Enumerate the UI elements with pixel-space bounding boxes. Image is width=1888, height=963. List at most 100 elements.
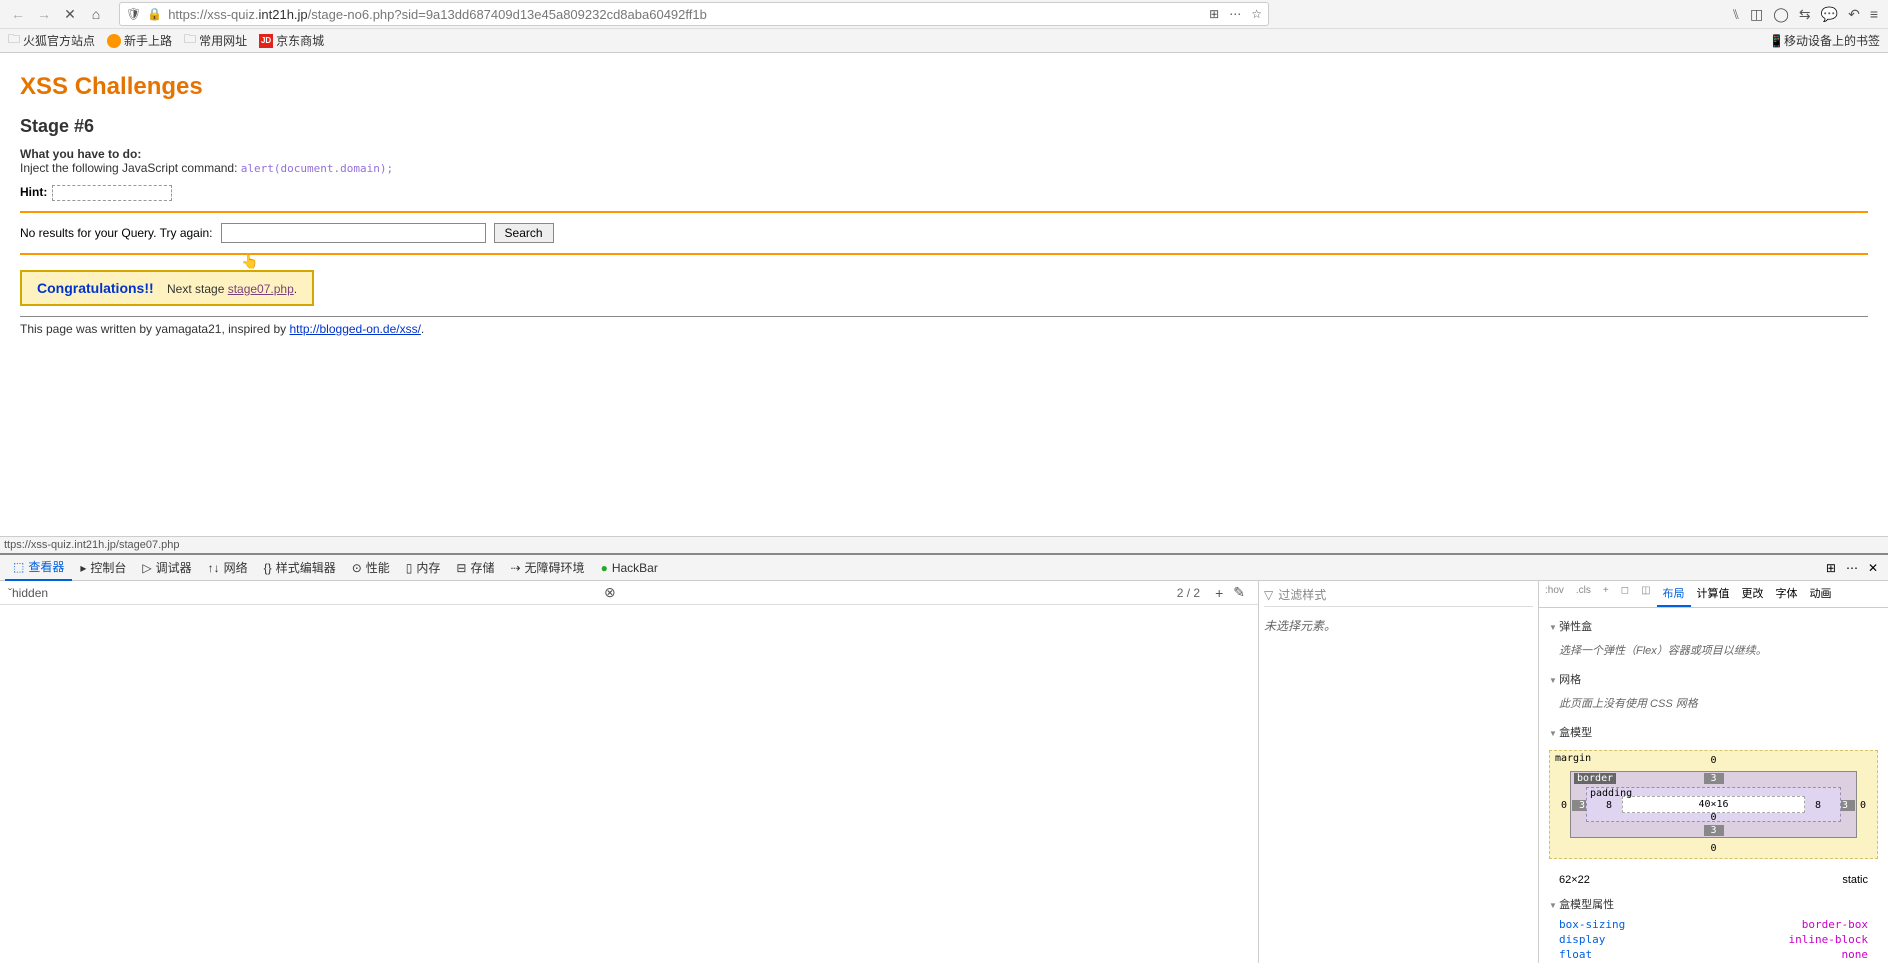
library-icon[interactable]: ⑊ xyxy=(1732,6,1740,22)
search-term: hidden xyxy=(12,586,48,600)
divider xyxy=(20,211,1868,213)
firefox-icon xyxy=(107,34,121,48)
congrats-title: Congratulations!! xyxy=(37,280,154,296)
bookmark-item[interactable]: 新手上路 xyxy=(107,32,172,49)
flexbox-section-content: 选择一个弹性（Flex）容器或项目以继续。 xyxy=(1549,639,1878,666)
sync-icon[interactable]: ⇆ xyxy=(1799,6,1811,23)
hov-toggle[interactable]: :hov xyxy=(1539,581,1570,607)
divider xyxy=(20,253,1868,255)
sidebar-icon[interactable]: ◫ xyxy=(1750,6,1763,23)
folder-icon: 🗀 xyxy=(184,30,196,51)
bookmark-item[interactable]: JD京东商城 xyxy=(259,32,324,49)
mobile-bookmarks[interactable]: 📱移动设备上的书签 xyxy=(1769,32,1880,49)
border-label: border xyxy=(1574,773,1616,784)
search-count: 2 / 2 xyxy=(1177,586,1200,600)
devtools-tab-memory[interactable]: ▯内存 xyxy=(398,555,449,581)
status-bar: ttps://xss-quiz.int21h.jp/stage07.php xyxy=(0,536,1888,553)
cls-toggle[interactable]: .cls xyxy=(1570,581,1597,607)
prop-row: displayinline-block xyxy=(1559,932,1868,947)
inspector-icon: ⬚ xyxy=(13,560,24,574)
footer: This page was written by yamagata21, ins… xyxy=(20,322,1868,336)
prop-row: box-sizing border-box xyxy=(1559,917,1868,932)
next-stage-link[interactable]: stage07.php xyxy=(228,282,294,296)
margin-label: margin xyxy=(1555,753,1591,764)
shield-icon: 🛡 xyxy=(126,7,141,21)
light-icon[interactable]: ◻ xyxy=(1615,581,1635,607)
prop-val: border-box xyxy=(1802,918,1868,931)
next-stage-text: Next stage stage07.php. xyxy=(167,282,297,296)
qr-icon[interactable]: ⊞ xyxy=(1209,7,1219,21)
padding-label: padding xyxy=(1590,788,1632,799)
devtools-tab-style[interactable]: {}样式编辑器 xyxy=(256,555,344,581)
filter-funnel-icon[interactable]: ▽ xyxy=(1264,588,1273,602)
menu-icon[interactable]: ≡ xyxy=(1870,6,1878,22)
stage-title: Stage #6 xyxy=(20,116,1868,137)
chat-icon[interactable]: 💬 xyxy=(1821,6,1838,23)
changes-tab[interactable]: 更改 xyxy=(1736,581,1770,607)
element-dims: 62×22 xyxy=(1559,874,1590,886)
search-input[interactable] xyxy=(221,223,486,243)
lock-icon: 🔒 xyxy=(147,7,162,21)
layout-tab[interactable]: 布局 xyxy=(1657,581,1691,607)
forward-button[interactable]: → xyxy=(33,3,55,25)
prop-name: float xyxy=(1559,948,1592,961)
prop-row: float none xyxy=(1559,947,1868,962)
hackbar-icon: ● xyxy=(601,561,608,575)
search-close-icon[interactable]: ⊗ xyxy=(604,584,616,601)
code-snippet: alert(document.domain); xyxy=(241,162,393,175)
devtools-tab-hackbar[interactable]: ●HackBar xyxy=(593,555,666,581)
network-icon: ↑↓ xyxy=(208,561,220,575)
animations-tab[interactable]: 动画 xyxy=(1804,581,1838,607)
page-title: XSS Challenges xyxy=(20,73,1868,101)
grid-section-content: 此页面上没有使用 CSS 网格 xyxy=(1549,692,1878,719)
devtools-tab-network[interactable]: ↑↓网络 xyxy=(200,555,256,581)
devtools-dock-icon[interactable]: ⊞ xyxy=(1826,561,1836,575)
bookmark-item[interactable]: 🗀常用网址 xyxy=(184,30,247,51)
back-button[interactable]: ← xyxy=(7,3,29,25)
more-icon[interactable]: ⋯ xyxy=(1229,7,1241,21)
congrats-box: Congratulations!! Next stage stage07.php… xyxy=(20,270,314,306)
computed-tab[interactable]: 计算值 xyxy=(1691,581,1736,607)
box-model-diagram: margin 0 0 0 0 border 3 3 3 3 padding xyxy=(1549,750,1878,859)
footer-link[interactable]: http://blogged-on.de/xss/ xyxy=(289,322,420,336)
no-selection-text: 未选择元素。 xyxy=(1264,617,1533,634)
prop-val: none xyxy=(1842,948,1869,961)
devtools-close-icon[interactable]: ✕ xyxy=(1868,561,1878,575)
prop-name: box-sizing xyxy=(1559,918,1625,931)
search-add-icon[interactable]: + xyxy=(1215,585,1223,601)
add-rule-icon[interactable]: + xyxy=(1597,581,1615,607)
boxmodel-section-header[interactable]: 盒模型 xyxy=(1549,724,1878,740)
prop-val: inline-block xyxy=(1789,933,1868,946)
devtools: ⬚查看器 ▸控制台 ▷调试器 ↑↓网络 {}样式编辑器 ⊙性能 ▯内存 ⊟存储 … xyxy=(0,553,1888,963)
stop-button[interactable]: ✕ xyxy=(59,3,81,25)
mobile-icon: 📱 xyxy=(1769,34,1784,48)
devtools-tab-inspector[interactable]: ⬚查看器 xyxy=(5,555,72,581)
page-content: XSS Challenges Stage #6 What you have to… xyxy=(0,53,1888,346)
storage-icon: ⊟ xyxy=(456,561,466,575)
devtools-tab-debugger[interactable]: ▷调试器 xyxy=(134,555,199,581)
search-eyedropper-icon[interactable]: ✎ xyxy=(1233,584,1245,601)
fonts-tab[interactable]: 字体 xyxy=(1770,581,1804,607)
account-icon[interactable]: ◯ xyxy=(1773,6,1789,23)
filter-placeholder[interactable]: 过滤样式 xyxy=(1278,586,1326,603)
devtools-tab-storage[interactable]: ⊟存储 xyxy=(448,555,502,581)
devtools-tab-accessibility[interactable]: ⇢无障碍环境 xyxy=(502,555,592,581)
boxprops-section-header[interactable]: 盒模型属性 xyxy=(1549,896,1878,912)
bookmark-item[interactable]: 🗀火狐官方站点 xyxy=(8,30,95,51)
task-description: What you have to do: Inject the followin… xyxy=(20,147,1868,175)
content-dims: 40×16 xyxy=(1622,796,1805,813)
hint-line: Hint: xyxy=(20,185,1868,201)
search-button[interactable]: Search xyxy=(494,223,554,243)
undo-icon[interactable]: ↶ xyxy=(1848,6,1860,23)
devtools-more-icon[interactable]: ⋯ xyxy=(1846,561,1858,575)
jd-icon: JD xyxy=(259,34,273,48)
bookmark-icon[interactable]: ☆ xyxy=(1251,7,1262,21)
devtools-tab-console[interactable]: ▸控制台 xyxy=(72,555,134,581)
flexbox-section-header[interactable]: 弹性盒 xyxy=(1549,618,1878,634)
home-button[interactable]: ⌂ xyxy=(85,3,107,25)
debugger-icon: ▷ xyxy=(142,561,151,575)
print-icon[interactable]: ◫ xyxy=(1635,581,1656,607)
grid-section-header[interactable]: 网格 xyxy=(1549,671,1878,687)
address-bar[interactable]: 🛡 🔒 https://xss-quiz.int21h.jp/stage-no6… xyxy=(119,2,1269,26)
devtools-tab-performance[interactable]: ⊙性能 xyxy=(344,555,398,581)
